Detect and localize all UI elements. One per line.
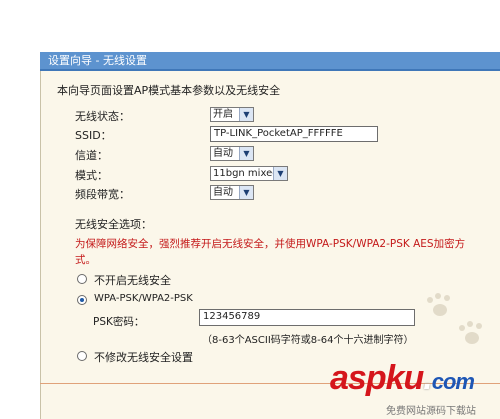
security-section-title: 无线安全选项： bbox=[75, 218, 152, 231]
ssid-input[interactable]: TP-LINK_PocketAP_FFFFFE bbox=[210, 126, 378, 142]
ssid-label: SSID： bbox=[75, 129, 112, 142]
chevron-down-icon: ▼ bbox=[239, 108, 253, 121]
bandwidth-select[interactable]: 自动 ▼ bbox=[210, 185, 254, 200]
chevron-down-icon: ▼ bbox=[239, 186, 253, 199]
mode-select[interactable]: 11bgn mixed ▼ bbox=[210, 166, 288, 181]
security-warning-line2: 式。 bbox=[75, 254, 96, 266]
ssid-value: TP-LINK_PocketAP_FFFFFE bbox=[214, 128, 343, 139]
radio-security-wpa[interactable] bbox=[77, 295, 87, 305]
radio-security-off[interactable] bbox=[77, 274, 87, 284]
watermark-brand-c: com bbox=[431, 369, 475, 394]
watermark-brand: aspku.com bbox=[330, 358, 475, 402]
chevron-down-icon: ▼ bbox=[239, 147, 253, 160]
chevron-down-icon: ▼ bbox=[273, 167, 287, 180]
channel-value: 自动 bbox=[213, 148, 233, 159]
wizard-description: 本向导页面设置AP模式基本参数以及无线安全 bbox=[57, 84, 281, 97]
psk-password-value: 123456789 bbox=[203, 311, 261, 322]
watermark-subtitle: 免费网站源码下载站 bbox=[386, 406, 476, 417]
channel-select[interactable]: 自动 ▼ bbox=[210, 146, 254, 161]
wireless-status-value: 开启 bbox=[213, 109, 233, 120]
wireless-status-select[interactable]: 开启 ▼ bbox=[210, 107, 254, 122]
wizard-header: 设置向导 - 无线设置 bbox=[40, 52, 500, 69]
psk-password-input[interactable]: 123456789 bbox=[199, 309, 415, 326]
bandwidth-value: 自动 bbox=[213, 187, 233, 198]
psk-hint: （8-63个ASCII码字符或8-64个十六进制字符） bbox=[202, 335, 414, 346]
wireless-status-label: 无线状态： bbox=[75, 110, 130, 123]
watermark-logo: aspku.com 免费网站源码下载站 bbox=[330, 358, 498, 418]
option-security-keep-label: 不修改无线安全设置 bbox=[94, 351, 193, 364]
option-security-off-label: 不开启无线安全 bbox=[94, 274, 171, 287]
security-warning-line1: 为保障网络安全，强烈推荐开启无线安全，并使用WPA-PSK/WPA2-PSK A… bbox=[75, 238, 466, 250]
wizard-title: 设置向导 - 无线设置 bbox=[48, 54, 147, 67]
header-divider bbox=[40, 69, 500, 71]
watermark-brand-a: asp bbox=[330, 359, 387, 397]
channel-label: 信道： bbox=[75, 149, 108, 162]
watermark-brand-b: ku bbox=[385, 359, 425, 397]
mode-label: 模式： bbox=[75, 169, 108, 182]
bandwidth-label: 频段带宽： bbox=[75, 188, 130, 201]
watermark-brand-dot: . bbox=[423, 359, 433, 397]
psk-label: PSK密码： bbox=[93, 316, 145, 328]
mode-value: 11bgn mixed bbox=[213, 168, 279, 179]
option-security-wpa-label: WPA-PSK/WPA2-PSK bbox=[94, 293, 193, 304]
radio-security-keep[interactable] bbox=[77, 351, 87, 361]
